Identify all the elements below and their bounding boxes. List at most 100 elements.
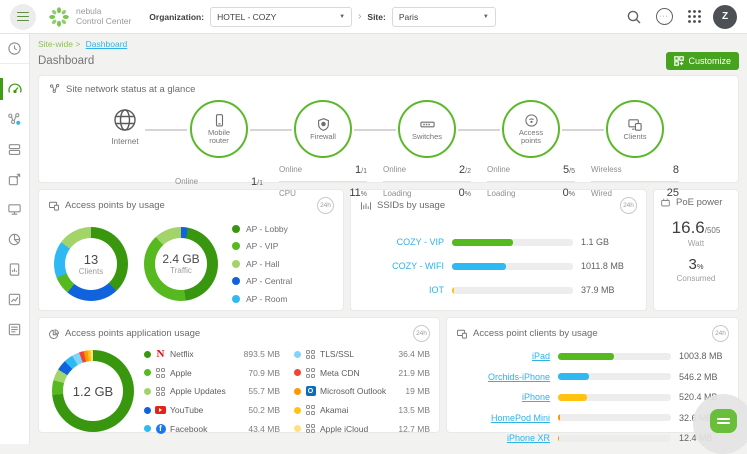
app-usage-row: Apple iCloud 12.7 MB: [294, 419, 430, 438]
network-diagram: Internet Mobilerouter Online 1/1 Firewal…: [49, 100, 728, 182]
usage-bar-fill: [452, 287, 454, 294]
chevron-down-icon: ▼: [339, 14, 345, 20]
clients-usage-title: Access point clients by usage: [473, 328, 598, 339]
connector-line: [458, 129, 500, 131]
sidebar-item-dashboard[interactable]: [0, 74, 29, 104]
clients-donut-chart: 13Clients: [54, 227, 128, 301]
legend-item: AP - VIP: [232, 238, 292, 256]
app-usage-row: TLS/SSL 36.4 MB: [294, 345, 430, 364]
page-title: Dashboard: [38, 55, 94, 67]
usage-bar-track: [558, 435, 671, 442]
app-usage-row: N Netflix 893.5 MB: [144, 345, 280, 364]
ap-icon: [524, 113, 539, 128]
app-usage-row: Akamai 13.5 MB: [294, 401, 430, 420]
usage-bar-fill: [558, 414, 560, 421]
app-color-dot: [144, 407, 151, 414]
time-range-badge[interactable]: 24h: [413, 325, 430, 342]
main-content: Site-wide > Dashboard Dashboard Customiz…: [30, 34, 747, 444]
facebook-icon: f: [156, 424, 166, 434]
sidebar-item-logs[interactable]: [0, 314, 29, 344]
globe-icon: [111, 106, 139, 134]
status-stat-row: Online 5/5: [487, 158, 575, 181]
sidebar: [0, 34, 30, 444]
status-stat-row: Online 1/1: [279, 158, 367, 181]
hamburger-menu-icon[interactable]: [10, 4, 36, 30]
legend-item: AP - Hall: [232, 255, 292, 273]
usage-bar-row: iPhone XR 12.4 MB: [456, 428, 729, 449]
customize-button[interactable]: Customize: [666, 52, 739, 70]
nebula-logo-icon: [48, 6, 70, 28]
sidebar-item-analytics[interactable]: [0, 284, 29, 314]
generic-app-icon: [156, 368, 166, 378]
status-stat-row: Loading 0%: [487, 181, 575, 204]
usage-bar-row: iPhone 520.4 MB: [456, 387, 729, 408]
chat-bubble-icon: [710, 409, 737, 433]
sidebar-item-report[interactable]: [0, 254, 29, 284]
chevron-down-icon: ▼: [483, 14, 489, 20]
usage-bar-track: [558, 353, 671, 360]
usage-row-value: 37.9 MB: [573, 285, 637, 295]
usage-bar-fill: [558, 394, 587, 401]
breadcrumb-root: Site-wide >: [38, 39, 80, 49]
node-access-points[interactable]: Accesspoints: [502, 100, 560, 158]
traffic-donut-chart: 2.4 GBTraffic: [144, 227, 218, 301]
usage-row-link[interactable]: COZY - WIFI: [360, 261, 452, 271]
user-avatar[interactable]: Z: [713, 5, 737, 29]
application-donut-chart: 1.2 GB: [52, 350, 134, 432]
sidebar-item-pie-summary[interactable]: [0, 224, 29, 254]
sidebar-item-site-clock[interactable]: [0, 34, 29, 64]
usage-row-link[interactable]: COZY - VIP: [360, 237, 452, 247]
poe-consumed-value: 3%: [660, 256, 732, 273]
usage-bar-fill: [558, 373, 589, 380]
clients-icon: [627, 117, 643, 132]
sidebar-item-devices[interactable]: [0, 134, 29, 164]
sidebar-item-topology[interactable]: [0, 104, 29, 134]
internet-node: Internet: [95, 106, 155, 146]
usage-bar-row: COZY - WIFI 1011.8 MB: [360, 254, 637, 278]
usage-row-link[interactable]: iPhone XR: [456, 433, 558, 443]
site-select[interactable]: Paris▼: [392, 7, 496, 27]
node-switches[interactable]: Switches: [398, 100, 456, 158]
usage-bar-track: [452, 287, 573, 294]
app-usage-row: Meta CDN 21.9 MB: [294, 364, 430, 383]
app-usage-row: O Microsoft Outlook 19 MB: [294, 382, 430, 401]
breadcrumb-current-link[interactable]: Dashboard: [86, 39, 128, 49]
usage-bar-row: iPad 1003.8 MB: [456, 346, 729, 367]
usage-row-link[interactable]: HomePod Mini: [456, 413, 558, 423]
usage-bar-fill: [558, 353, 614, 360]
node-firewall[interactable]: Firewall: [294, 100, 352, 158]
usage-row-link[interactable]: iPhone: [456, 392, 558, 402]
generic-app-icon: [306, 350, 316, 360]
help-more-icon[interactable]: ···: [653, 6, 675, 28]
chat-support-button[interactable]: [693, 394, 747, 454]
status-stat-row: Online 2/2: [383, 158, 471, 181]
poe-title: PoE power: [676, 197, 722, 208]
access-point-icon: [48, 200, 60, 212]
sidebar-item-map[interactable]: [0, 194, 29, 224]
apps-grid-icon[interactable]: [683, 6, 705, 28]
usage-row-link[interactable]: Orchids-iPhone: [456, 372, 558, 382]
status-stat-row: CPU 11%: [279, 181, 367, 204]
connector-line: [562, 129, 604, 131]
usage-row-link[interactable]: iPad: [456, 351, 558, 361]
ap-usage-legend: AP - Lobby AP - VIP AP - Hall AP - Centr…: [232, 220, 292, 308]
app-color-dot: [144, 425, 151, 432]
search-icon[interactable]: [623, 6, 645, 28]
usage-row-value: 546.2 MB: [671, 372, 729, 382]
youtube-icon: [155, 406, 166, 414]
node-mobile-router[interactable]: Mobilerouter: [190, 100, 248, 158]
status-stat-row: Online 1/1: [175, 170, 263, 193]
usage-row-value: 1.1 GB: [573, 237, 637, 247]
application-usage-panel: Access points application usage 24h 1.2 …: [38, 317, 440, 433]
pie-chart-icon: [48, 328, 60, 340]
sidebar-item-clients[interactable]: [0, 164, 29, 194]
node-clients[interactable]: Clients: [606, 100, 664, 158]
usage-row-link[interactable]: IOT: [360, 285, 452, 295]
connector-line: [354, 129, 396, 131]
organization-select[interactable]: HOTEL - COZY▼: [210, 7, 352, 27]
widgets-icon: [674, 56, 684, 66]
internet-label: Internet: [95, 137, 155, 146]
app-color-dot: [294, 407, 301, 414]
app-usage-row: Apple Updates 55.7 MB: [144, 382, 280, 401]
time-range-badge[interactable]: 24h: [712, 325, 729, 342]
